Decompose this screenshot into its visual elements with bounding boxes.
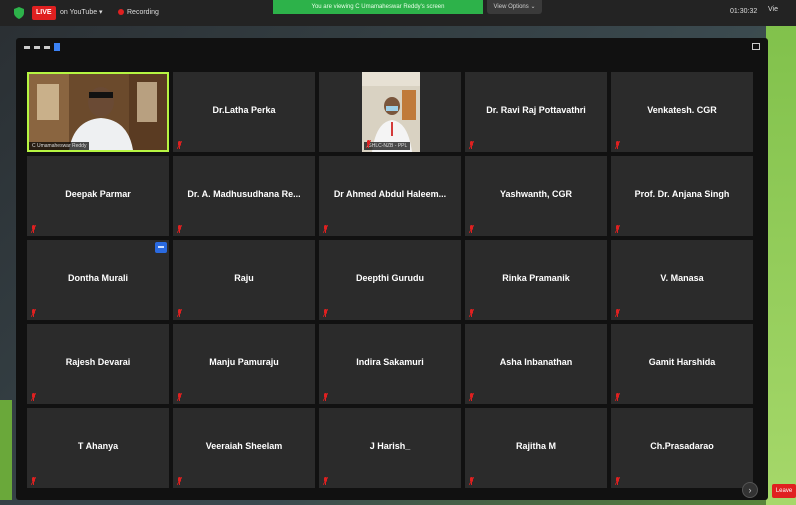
participant-name: T Ahanya: [77, 441, 119, 451]
participant-name: Deepthi Gurudu: [356, 273, 424, 283]
muted-mic-icon: [615, 477, 620, 485]
minimize-icon[interactable]: [24, 45, 30, 49]
muted-mic-icon: [323, 225, 328, 233]
participant-tile[interactable]: Rajitha M: [465, 408, 607, 488]
shield-icon: [14, 7, 24, 19]
muted-mic-icon: [323, 393, 328, 401]
participant-tile[interactable]: T Ahanya: [27, 408, 169, 488]
participant-name: Ch.Prasadarao: [650, 441, 714, 451]
participant-tile[interactable]: Dontha Murali: [27, 240, 169, 320]
muted-mic-icon: [31, 225, 36, 233]
participant-tile[interactable]: Indira Sakamuri: [319, 324, 461, 404]
gallery-view-window: C Umamaheswar Reddy Dr.Latha Perka ISHLC-N…: [16, 38, 768, 500]
next-page-button[interactable]: ›: [742, 482, 758, 498]
participant-tile[interactable]: Rajesh Devarai: [27, 324, 169, 404]
participant-tile[interactable]: Veeraiah Sheelam: [173, 408, 315, 488]
participant-name: Raju: [234, 273, 254, 283]
fullscreen-icon[interactable]: [752, 43, 760, 50]
muted-mic-icon: [469, 141, 474, 149]
participant-name: Prof. Dr. Anjana Singh: [634, 189, 730, 199]
participant-tile[interactable]: Dr. A. Madhusudhana Re...: [173, 156, 315, 236]
participant-tile[interactable]: Dr. Ravi Raj Pottavathri: [465, 72, 607, 152]
participant-tile[interactable]: Ch.Prasadarao: [611, 408, 753, 488]
participant-name: Rajesh Devarai: [65, 357, 131, 367]
muted-mic-icon: [177, 393, 182, 401]
participant-name: Rajitha M: [515, 441, 556, 451]
meeting-timer: 01:30:32: [730, 8, 758, 15]
window-controls: [24, 42, 60, 52]
participant-name: Dr Ahmed Abdul Haleem...: [333, 189, 447, 199]
participant-name: Venkatesh. CGR: [647, 105, 717, 115]
participant-tile[interactable]: ISHLC-NZB - PPL: [319, 72, 461, 152]
muted-mic-icon: [323, 477, 328, 485]
muted-mic-icon: [177, 141, 182, 149]
participant-name: Asha Inbanathan: [499, 357, 573, 367]
muted-mic-icon: [323, 309, 328, 317]
muted-mic-icon: [469, 309, 474, 317]
muted-mic-icon: [31, 309, 36, 317]
participant-tile[interactable]: Raju: [173, 240, 315, 320]
recording-dot-icon: [118, 9, 124, 15]
leave-button[interactable]: Leave: [772, 484, 796, 498]
muted-mic-icon: [469, 225, 474, 233]
muted-mic-icon: [31, 393, 36, 401]
muted-mic-icon: [177, 225, 182, 233]
participant-tile[interactable]: Prof. Dr. Anjana Singh: [611, 156, 753, 236]
raised-hand-icon: [155, 242, 167, 253]
participant-tile[interactable]: Deepak Parmar: [27, 156, 169, 236]
youtube-stream-dropdown[interactable]: on YouTube ▾: [60, 6, 103, 20]
participant-name: Yashwanth, CGR: [499, 189, 572, 199]
muted-mic-icon: [615, 141, 620, 149]
participant-name: Rinka Pramanik: [502, 273, 570, 283]
participant-name: J Harish_: [369, 441, 411, 451]
muted-mic-icon: [615, 225, 620, 233]
muted-mic-icon: [177, 477, 182, 485]
meeting-top-bar: LIVE on YouTube ▾ Recording You are view…: [0, 0, 796, 26]
muted-mic-icon: [615, 393, 620, 401]
participant-tile[interactable]: Manju Pamuraju: [173, 324, 315, 404]
muted-mic-icon: [469, 477, 474, 485]
participant-tile[interactable]: Deepthi Gurudu: [319, 240, 461, 320]
view-button[interactable]: Vie: [768, 6, 778, 13]
muted-mic-icon: [177, 309, 182, 317]
participant-tile[interactable]: C Umamaheswar Reddy: [27, 72, 169, 152]
muted-mic-icon: [615, 309, 620, 317]
muted-mic-icon: [31, 477, 36, 485]
live-badge[interactable]: LIVE: [32, 6, 56, 20]
participant-name: Dr. A. Madhusudhana Re...: [187, 189, 301, 199]
participant-tile[interactable]: Dr.Latha Perka: [173, 72, 315, 152]
participant-tile[interactable]: Venkatesh. CGR: [611, 72, 753, 152]
participant-name: Dr. Ravi Raj Pottavathri: [486, 105, 586, 115]
participant-video: [29, 74, 167, 150]
participant-tile[interactable]: Gamit Harshida: [611, 324, 753, 404]
participant-tile[interactable]: Dr Ahmed Abdul Haleem...: [319, 156, 461, 236]
participant-name: Deepak Parmar: [65, 189, 131, 199]
participant-name: Gamit Harshida: [648, 357, 716, 367]
muted-mic-icon: [469, 393, 474, 401]
participant-tile[interactable]: Asha Inbanathan: [465, 324, 607, 404]
participant-name: Dr.Latha Perka: [212, 105, 276, 115]
participant-tile[interactable]: Yashwanth, CGR: [465, 156, 607, 236]
participant-name-label: C Umamaheswar Reddy: [29, 142, 90, 150]
participant-name: Manju Pamuraju: [209, 357, 279, 367]
participant-tile[interactable]: V. Manasa: [611, 240, 753, 320]
participant-tile[interactable]: J Harish_: [319, 408, 461, 488]
recording-label: Recording: [127, 9, 159, 16]
layout-icon[interactable]: [54, 43, 60, 51]
participant-name: Veeraiah Sheelam: [205, 441, 283, 451]
participant-tile[interactable]: Rinka Pramanik: [465, 240, 607, 320]
participant-grid: C Umamaheswar Reddy Dr.Latha Perka ISHLC-N…: [27, 72, 755, 492]
restore-icon[interactable]: [34, 45, 40, 49]
screen-share-banner: You are viewing C Umamaheswar Reddy's sc…: [273, 0, 483, 14]
view-options-button[interactable]: View Options ⌄: [487, 0, 542, 14]
participant-name: Indira Sakamuri: [356, 357, 424, 367]
participant-name: Dontha Murali: [68, 273, 128, 283]
muted-mic-icon: [366, 140, 371, 148]
grid-icon[interactable]: [44, 45, 50, 49]
recording-indicator[interactable]: Recording: [118, 6, 159, 20]
participant-name: V. Manasa: [660, 273, 704, 283]
